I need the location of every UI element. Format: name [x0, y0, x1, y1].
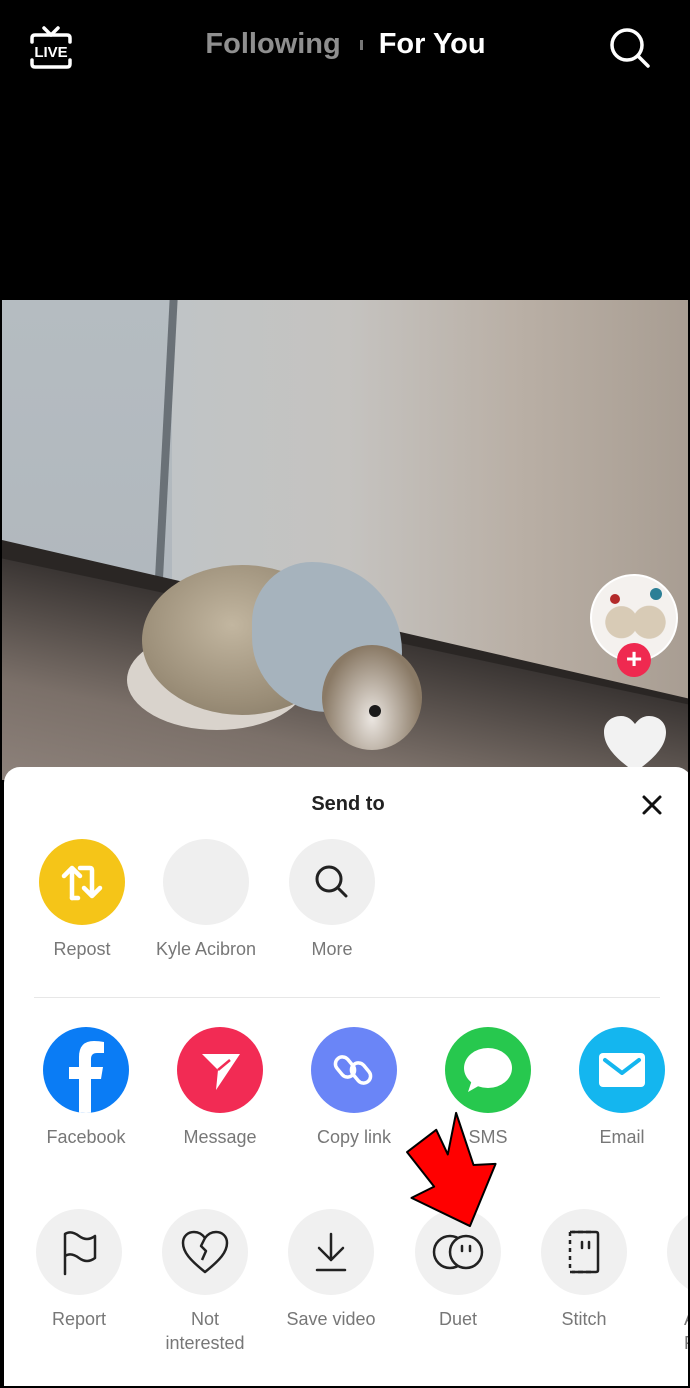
tab-separator: [359, 39, 363, 50]
heart-icon: [604, 716, 666, 772]
partial-action-label: A Fa: [650, 1307, 688, 1355]
hedgehog-eye: [369, 705, 381, 717]
video-player[interactable]: [2, 300, 688, 780]
plus-icon: +: [625, 643, 643, 674]
not-interested-button[interactable]: Not interested: [145, 1209, 265, 1355]
envelope-icon: [599, 1053, 645, 1087]
share-copy-link[interactable]: Copy link: [294, 1027, 414, 1149]
email-label: Email: [599, 1127, 645, 1147]
report-label: Report: [51, 1309, 107, 1329]
duet-button[interactable]: Duet: [398, 1209, 518, 1331]
duet-label: Duet: [438, 1309, 478, 1329]
save-video-circle: [288, 1209, 374, 1295]
report-button[interactable]: Report: [19, 1209, 139, 1331]
facebook-icon: [69, 1041, 104, 1113]
search-icon: [315, 865, 348, 898]
more-circle: [289, 839, 375, 925]
close-button[interactable]: [640, 793, 664, 817]
top-nav: LIVE Following For You: [2, 2, 688, 102]
facebook-label: Facebook: [46, 1127, 126, 1147]
repost-circle: [39, 839, 125, 925]
like-button[interactable]: [602, 714, 668, 774]
save-video-label: Save video: [286, 1309, 376, 1329]
follow-button[interactable]: +: [617, 643, 651, 677]
download-icon: [315, 1232, 347, 1272]
broken-heart-icon: [181, 1230, 229, 1274]
report-circle: [36, 1209, 122, 1295]
duet-icon: [432, 1234, 484, 1270]
not-interested-label-line2: interested: [165, 1333, 245, 1353]
stitch-icon: [568, 1230, 600, 1274]
share-sms[interactable]: SMS: [428, 1027, 548, 1149]
contact-label: Kyle Acibron: [155, 939, 257, 959]
partial-action-button[interactable]: A Fa: [650, 1209, 688, 1355]
save-video-button[interactable]: Save video: [271, 1209, 391, 1331]
stitch-button[interactable]: Stitch: [524, 1209, 644, 1331]
link-icon: [333, 1055, 373, 1085]
not-interested-label: Not interested: [145, 1307, 265, 1355]
not-interested-label-line1: Not: [190, 1309, 219, 1329]
copy-link-circle: [311, 1027, 397, 1113]
feed-tabs: Following For You: [2, 28, 688, 61]
flag-icon: [63, 1231, 97, 1276]
tab-following[interactable]: Following: [205, 28, 340, 61]
repost-button[interactable]: Repost: [22, 839, 142, 961]
close-icon: [642, 795, 662, 815]
contact-kyle-acibron[interactable]: Kyle Acibron: [146, 839, 266, 961]
repost-icon: [61, 865, 103, 901]
avatar-hat-blue: [650, 588, 662, 600]
more-contacts-button[interactable]: More: [272, 839, 392, 961]
avatar-hat-red: [610, 594, 620, 604]
search-button[interactable]: [608, 26, 652, 70]
chat-bubble-icon: [464, 1048, 512, 1092]
share-sheet-title: Send to: [311, 793, 385, 815]
partial-action-circle: [667, 1209, 688, 1295]
sms-circle: [445, 1027, 531, 1113]
share-email[interactable]: Email: [562, 1027, 682, 1149]
app-screen: LIVE Following For You + Send to Repost …: [0, 0, 690, 1388]
sms-label: SMS: [468, 1127, 508, 1147]
facebook-circle: [43, 1027, 129, 1113]
stitch-circle: [541, 1209, 627, 1295]
message-circle: [177, 1027, 263, 1113]
duet-circle: [415, 1209, 501, 1295]
more-label: More: [311, 939, 353, 959]
avatar-placeholder: [163, 839, 249, 925]
partial-action-label-line2: Fa: [684, 1331, 688, 1355]
repost-label: Repost: [53, 939, 111, 959]
tab-for-you[interactable]: For You: [379, 28, 486, 61]
email-circle: [579, 1027, 665, 1113]
send-icon: [202, 1054, 240, 1090]
search-icon: [610, 28, 650, 68]
copy-link-label: Copy link: [316, 1127, 392, 1147]
section-divider: [34, 997, 660, 998]
share-facebook[interactable]: Facebook: [26, 1027, 146, 1149]
hedgehog-face: [322, 645, 422, 750]
share-sheet: Send to Repost Kyle Acibron More Faceboo…: [4, 767, 688, 1386]
not-interested-circle: [162, 1209, 248, 1295]
share-message[interactable]: Message: [160, 1027, 280, 1149]
partial-action-label-line1: A: [684, 1307, 688, 1331]
stitch-label: Stitch: [561, 1309, 607, 1329]
message-label: Message: [183, 1127, 257, 1147]
